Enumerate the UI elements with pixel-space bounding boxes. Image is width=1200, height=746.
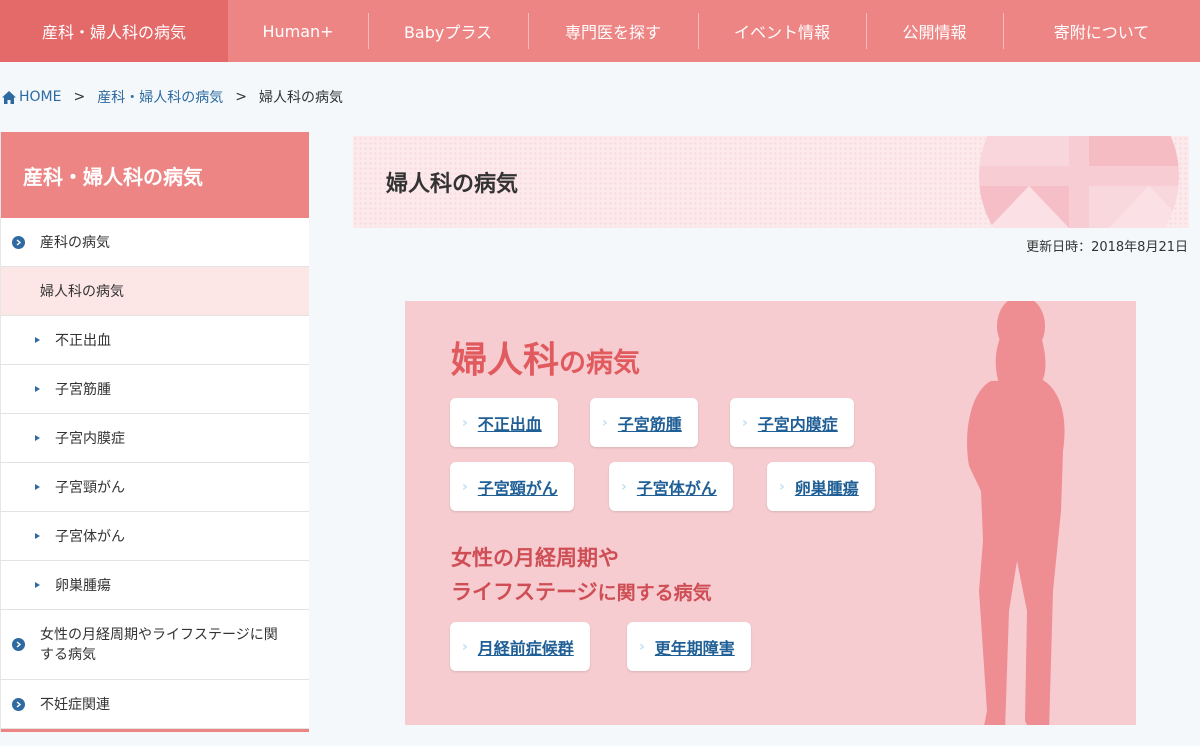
sidebar-item-infertility[interactable]: 不妊症関連: [1, 680, 309, 729]
updated-date: 更新日時：2018年8月21日: [1026, 240, 1188, 255]
breadcrumb: HOME > 産科・婦人科の病気 > 婦人科の病気: [2, 87, 343, 107]
sidebar-item-menstrual-life-stage[interactable]: 女性の月経周期やライフステージに関する病気: [1, 610, 309, 680]
breadcrumb-parent-link[interactable]: 産科・婦人科の病気: [97, 87, 223, 107]
tag-button-endometriosis[interactable]: › 子宮内膜症: [730, 398, 854, 447]
tag-button-uterine-fibroids[interactable]: › 子宮筋腫: [590, 398, 698, 447]
breadcrumb-separator: >: [73, 89, 86, 105]
panel-subtitle-line2-suffix: に関する病気: [597, 582, 712, 604]
tag-label: 更年期障害: [654, 638, 735, 658]
tag-button-uterine-cancer[interactable]: › 子宮体がん: [609, 462, 733, 511]
triangle-right-icon: [35, 582, 40, 588]
triangle-right-icon: [35, 484, 40, 490]
tag-button-ovarian-tumor[interactable]: › 卵巣腫瘍: [767, 462, 875, 511]
chevron-right-icon: ›: [639, 638, 645, 655]
triangle-right-icon: [35, 386, 40, 392]
chevron-right-icon: ›: [462, 414, 468, 431]
decorative-circle-logo: [979, 136, 1179, 228]
sidebar-bottom-border: [1, 729, 309, 732]
sidebar-item-label: 不妊症関連: [40, 697, 110, 713]
tag-label: 不正出血: [477, 414, 542, 434]
breadcrumb-home-link[interactable]: HOME: [19, 89, 61, 105]
tag-label: 子宮体がん: [636, 478, 717, 498]
tag-label: 子宮頸がん: [477, 478, 558, 498]
chevron-right-circle-icon: [12, 235, 25, 249]
nav-item-baby-plus[interactable]: Babyプラス: [368, 0, 528, 62]
nav-item-events[interactable]: イベント情報: [698, 0, 866, 62]
breadcrumb-separator: >: [235, 89, 247, 105]
triangle-right-icon: [35, 533, 40, 539]
tag-label: 月経前症候群: [477, 638, 574, 658]
chevron-right-icon: ›: [462, 478, 468, 495]
sidebar-item-label: 不正出血: [55, 333, 111, 349]
panel-subtitle-line1: 女性の月経周期や: [451, 546, 619, 570]
sidebar-item-label: 産科の病気: [40, 235, 110, 251]
chevron-right-icon: ›: [462, 638, 468, 655]
top-nav: 産科・婦人科の病気 Human+ Babyプラス 専門医を探す イベント情報 公…: [0, 0, 1200, 62]
chevron-right-icon: ›: [742, 414, 748, 431]
tag-label: 子宮内膜症: [757, 414, 838, 434]
sidebar-item-label: 子宮内膜症: [55, 431, 125, 447]
panel-title: 婦人科の病気: [451, 331, 640, 383]
triangle-right-icon: [35, 337, 40, 343]
sidebar-item-endometriosis[interactable]: 子宮内膜症: [1, 414, 309, 463]
panel-title-suffix: の病気: [559, 348, 641, 379]
panel-title-main: 婦人科: [451, 340, 560, 381]
chevron-right-circle-icon: [12, 638, 25, 651]
sidebar-item-label: 子宮筋腫: [55, 382, 111, 398]
sidebar: 産科・婦人科の病気 産科の病気 婦人科の病気 不正出血 子宮筋腫 子宮内膜症 子…: [0, 132, 309, 732]
nav-item-human-plus[interactable]: Human+: [228, 0, 368, 62]
sidebar-item-label: 婦人科の病気: [40, 284, 124, 300]
home-icon: [2, 90, 16, 104]
tag-button-pms[interactable]: › 月経前症候群: [450, 622, 590, 671]
sidebar-item-label: 女性の月経周期やライフステージに関する病気: [40, 626, 278, 663]
sidebar-item-label: 卵巣腫瘍: [55, 578, 111, 594]
panel-subtitle-line2: ライフステージに関する病気: [451, 575, 712, 610]
tag-label: 卵巣腫瘍: [794, 478, 859, 498]
page-title: 婦人科の病気: [386, 172, 519, 197]
tag-button-abnormal-bleeding[interactable]: › 不正出血: [450, 398, 558, 447]
nav-item-donation[interactable]: 寄附について: [1003, 0, 1200, 62]
chevron-right-icon: ›: [602, 414, 608, 431]
woman-silhouette-illustration: [967, 301, 1065, 725]
panel-subtitle-line2-main: ライフステージ: [451, 580, 598, 604]
chevron-right-circle-icon: [12, 697, 25, 711]
tag-button-cervical-cancer[interactable]: › 子宮頸がん: [450, 462, 574, 511]
disease-navigation-panel: 婦人科の病気 › 不正出血 › 子宮筋腫 › 子宮内膜症 › 子宮頸がん › 子…: [405, 301, 1136, 725]
chevron-right-icon: ›: [779, 478, 785, 495]
sidebar-item-uterine-fibroids[interactable]: 子宮筋腫: [1, 365, 309, 414]
sidebar-item-uterine-cancer[interactable]: 子宮体がん: [1, 512, 309, 561]
sidebar-item-gynecology[interactable]: 婦人科の病気: [1, 267, 309, 316]
page-heading-banner: 婦人科の病気: [353, 136, 1189, 228]
sidebar-item-obstetrics[interactable]: 産科の病気: [1, 218, 309, 267]
tag-label: 子宮筋腫: [617, 414, 682, 434]
sidebar-item-label: 子宮体がん: [55, 529, 125, 545]
nav-item-obgyn-diseases[interactable]: 産科・婦人科の病気: [0, 0, 228, 62]
chevron-right-icon: ›: [621, 478, 627, 495]
breadcrumb-current: 婦人科の病気: [258, 90, 343, 106]
nav-item-find-specialist[interactable]: 専門医を探す: [528, 0, 698, 62]
sidebar-item-cervical-cancer[interactable]: 子宮頸がん: [1, 463, 309, 512]
sidebar-title[interactable]: 産科・婦人科の病気: [1, 132, 309, 218]
sidebar-item-label: 子宮頸がん: [55, 480, 125, 496]
triangle-right-icon: [35, 435, 40, 441]
sidebar-item-ovarian-tumor[interactable]: 卵巣腫瘍: [1, 561, 309, 610]
panel-subtitle: 女性の月経周期や ライフステージに関する病気: [451, 541, 712, 610]
tag-button-menopause[interactable]: › 更年期障害: [627, 622, 751, 671]
sidebar-item-abnormal-bleeding[interactable]: 不正出血: [1, 316, 309, 365]
nav-item-public-info[interactable]: 公開情報: [866, 0, 1003, 62]
